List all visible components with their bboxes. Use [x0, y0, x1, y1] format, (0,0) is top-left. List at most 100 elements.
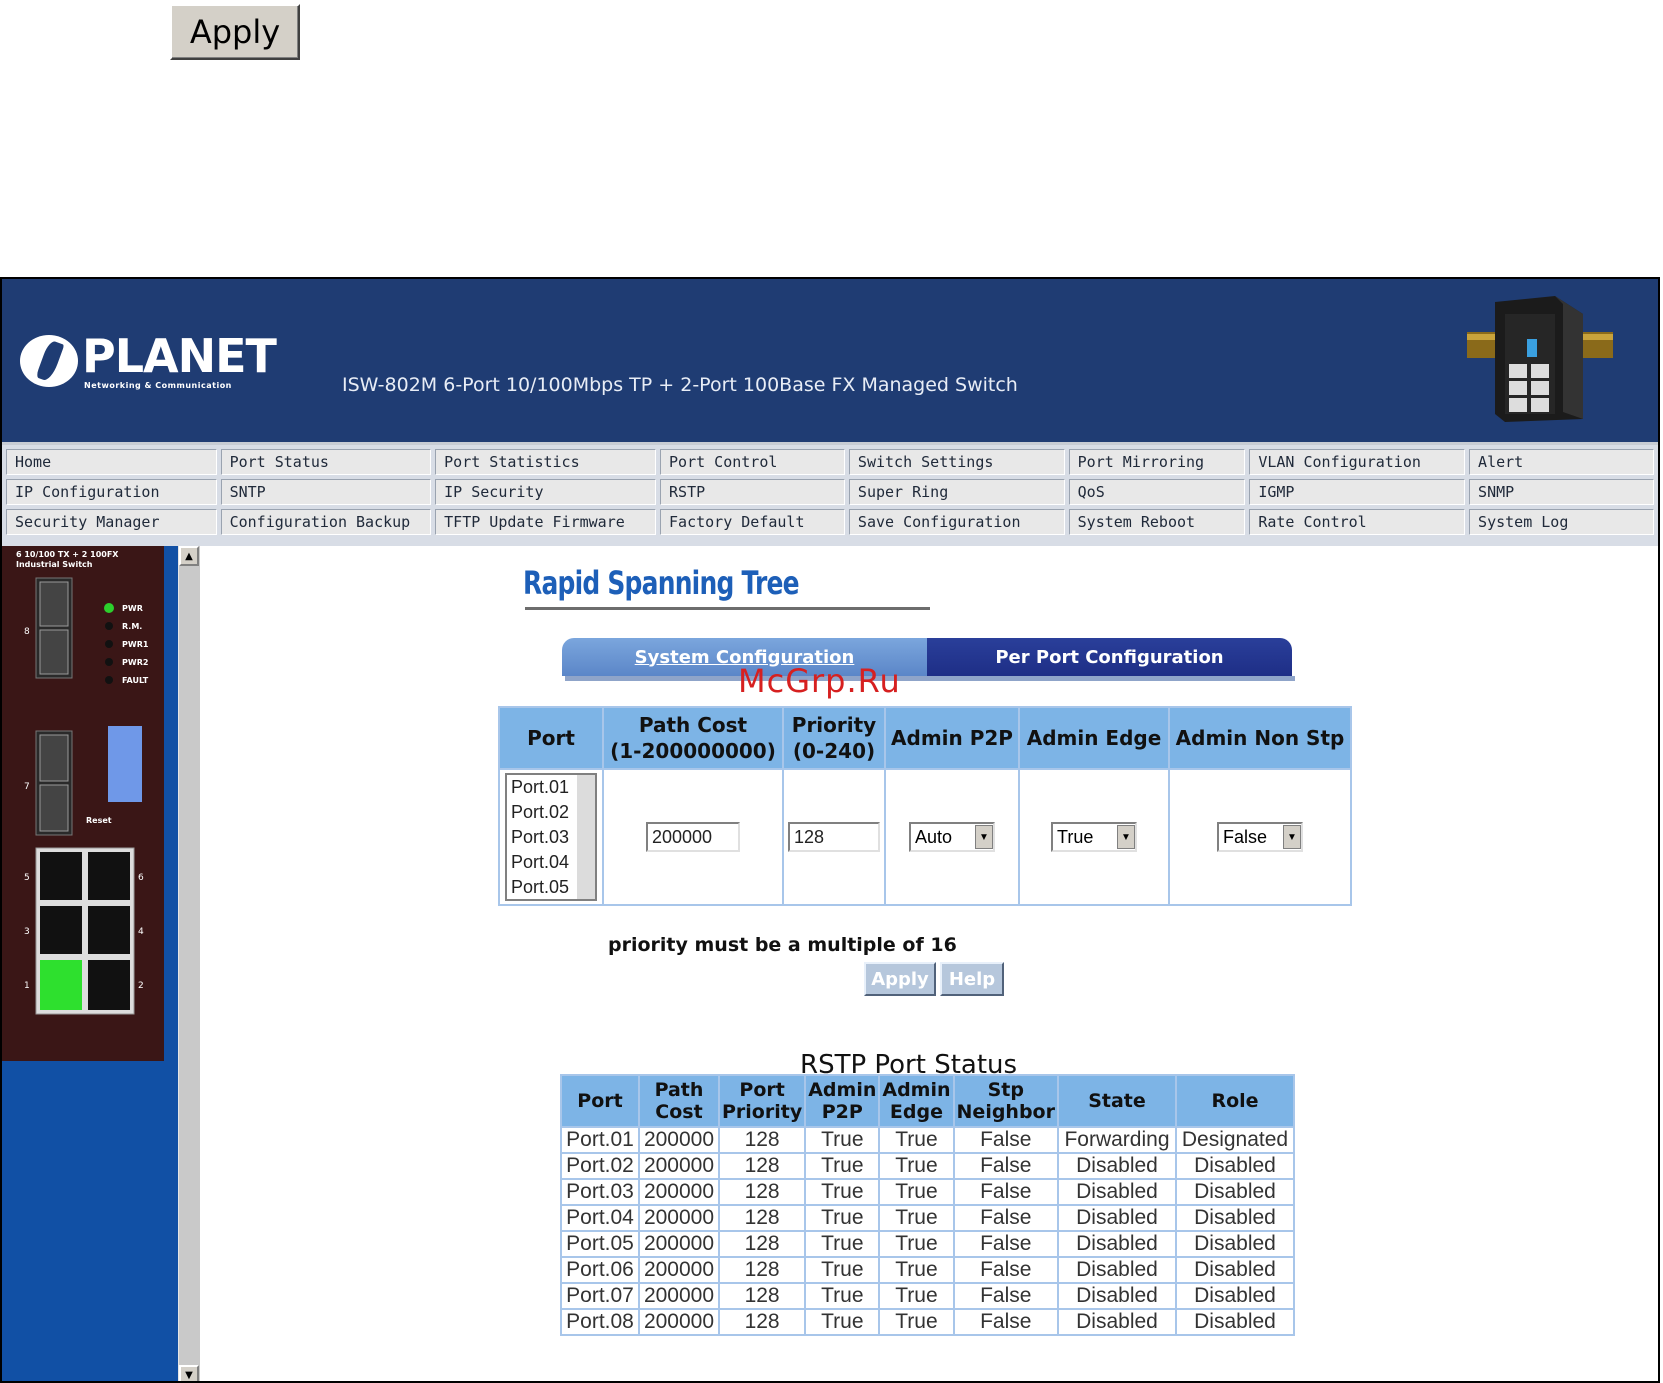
- nav-menu: Home Port Status Port Statistics Port Contr…: [2, 442, 1658, 546]
- logo-tagline: Networking & Communication: [84, 381, 232, 390]
- listbox-scrollbar[interactable]: [577, 775, 595, 899]
- menu-item[interactable]: Home: [6, 449, 217, 475]
- table-cell: False: [952, 1282, 1059, 1310]
- switch-device-image: [1467, 296, 1613, 422]
- admin-non-stp-select[interactable]: False ▼: [1217, 822, 1303, 852]
- svg-text:3: 3: [24, 927, 30, 937]
- table-cell: True: [878, 1152, 955, 1180]
- menu-item[interactable]: System Log: [1469, 509, 1654, 535]
- table-cell: Port.07: [560, 1282, 640, 1310]
- col-header-admin-non-stp: Admin Non Stp: [1168, 706, 1352, 770]
- priority-input[interactable]: [788, 822, 880, 852]
- col-header-port: Port: [498, 706, 604, 770]
- admin-p2p-select[interactable]: Auto ▼: [909, 822, 995, 852]
- admin-non-stp-value: False: [1223, 826, 1268, 847]
- help-button[interactable]: Help: [940, 962, 1004, 996]
- menu-item[interactable]: Save Configuration: [848, 509, 1065, 535]
- table-cell: Disabled: [1174, 1256, 1295, 1284]
- table-cell: 200000: [638, 1126, 720, 1154]
- status-col-header: State: [1056, 1074, 1177, 1128]
- tab-per-port-configuration[interactable]: Per Port Configuration: [927, 638, 1292, 676]
- table-cell: True: [878, 1230, 955, 1258]
- page-title: Rapid Spanning Tree: [523, 564, 800, 602]
- menu-item[interactable]: VLAN Configuration: [1249, 449, 1466, 475]
- table-cell: True: [804, 1152, 881, 1180]
- chevron-down-icon[interactable]: ▼: [975, 825, 993, 849]
- menu-item[interactable]: TFTP Update Firmware: [435, 509, 657, 535]
- admin-edge-select[interactable]: True ▼: [1051, 822, 1137, 852]
- table-cell: True: [878, 1256, 955, 1284]
- menu-item[interactable]: SNTP: [220, 479, 432, 505]
- table-cell: 128: [717, 1282, 807, 1310]
- chevron-down-icon[interactable]: ▼: [1117, 825, 1135, 849]
- tab-shadow: [565, 676, 1295, 681]
- table-cell: Forwarding: [1056, 1126, 1177, 1154]
- left-scrollbar[interactable]: [178, 546, 200, 1381]
- port-listbox[interactable]: Port.01 Port.02 Port.03 Port.04 Port.05: [505, 773, 597, 901]
- planet-logo-icon: [20, 335, 78, 387]
- menu-item[interactable]: Configuration Backup: [220, 509, 432, 535]
- status-col-header: Admin P2P: [804, 1074, 881, 1128]
- svg-text:PWR1: PWR1: [122, 640, 149, 649]
- table-cell: True: [878, 1178, 955, 1206]
- table-cell: True: [878, 1204, 955, 1232]
- watermark-text: McGrp.Ru: [738, 662, 901, 700]
- menu-row: Home Port Status Port Statistics Port Contr…: [6, 449, 1654, 475]
- menu-item[interactable]: IP Security: [435, 479, 657, 505]
- apply-button[interactable]: Apply: [864, 962, 936, 996]
- menu-item[interactable]: Port Control: [660, 449, 845, 475]
- table-cell: False: [952, 1152, 1059, 1180]
- chevron-down-icon[interactable]: ▼: [1283, 825, 1301, 849]
- table-cell: Disabled: [1174, 1230, 1295, 1258]
- table-cell: Disabled: [1174, 1178, 1295, 1206]
- table-cell: Port.04: [560, 1204, 640, 1232]
- table-cell: False: [952, 1204, 1059, 1232]
- menu-item[interactable]: RSTP: [660, 479, 845, 505]
- menu-item[interactable]: Port Mirroring: [1068, 449, 1246, 475]
- menu-item[interactable]: QoS: [1068, 479, 1246, 505]
- table-cell: Disabled: [1174, 1204, 1295, 1232]
- table-cell: False: [952, 1178, 1059, 1206]
- menu-item[interactable]: System Reboot: [1068, 509, 1246, 535]
- menu-item[interactable]: IGMP: [1249, 479, 1466, 505]
- menu-row: Security Manager Configuration Backup TFTP…: [6, 509, 1654, 535]
- table-cell: 128: [717, 1152, 807, 1180]
- menu-row: IP Configuration SNTP IP Security RSTP Super…: [6, 479, 1654, 505]
- table-cell: 128: [717, 1230, 807, 1258]
- menu-item[interactable]: Port Statistics: [435, 449, 657, 475]
- svg-text:PWR: PWR: [122, 604, 143, 613]
- scroll-down-icon[interactable]: ▼: [179, 1365, 199, 1381]
- table-cell: True: [878, 1308, 955, 1336]
- menu-item[interactable]: Super Ring: [848, 479, 1065, 505]
- menu-item[interactable]: Factory Default: [660, 509, 845, 535]
- path-cost-input[interactable]: [646, 822, 740, 852]
- table-row: Port.01 200000 128 True True False Forwarding D…: [560, 1126, 1295, 1154]
- menu-item[interactable]: Security Manager: [6, 509, 217, 535]
- table-cell: False: [952, 1256, 1059, 1284]
- browser-frame: PLANET Networking & Communication ISW-80…: [0, 277, 1660, 1383]
- menu-item[interactable]: Switch Settings: [848, 449, 1065, 475]
- svg-text:6: 6: [138, 873, 144, 883]
- priority-note: priority must be a multiple of 16: [608, 934, 957, 956]
- menu-item[interactable]: Port Status: [220, 449, 432, 475]
- menu-item[interactable]: SNMP: [1469, 479, 1654, 505]
- table-cell: Disabled: [1174, 1152, 1295, 1180]
- table-cell: 128: [717, 1256, 807, 1284]
- logo-name: PLANET: [82, 329, 277, 383]
- menu-item[interactable]: Rate Control: [1249, 509, 1466, 535]
- scroll-up-icon[interactable]: ▲: [179, 546, 199, 566]
- table-row: Port.03 200000 128 True True False Disabled Dis…: [560, 1178, 1295, 1206]
- table-cell: 200000: [638, 1308, 720, 1336]
- svg-text:PWR2: PWR2: [122, 658, 148, 667]
- svg-text:R.M.: R.M.: [122, 622, 142, 631]
- table-cell: 200000: [638, 1178, 720, 1206]
- table-cell: Disabled: [1056, 1308, 1177, 1336]
- table-cell: Port.06: [560, 1256, 640, 1284]
- svg-text:1: 1: [24, 981, 30, 991]
- top-apply-button[interactable]: Apply: [170, 4, 300, 60]
- table-cell: True: [804, 1204, 881, 1232]
- device-front-panel: 6 10/100 TX + 2 100FX Industrial Switch …: [2, 546, 164, 1061]
- menu-item[interactable]: Alert: [1469, 449, 1654, 475]
- menu-item[interactable]: IP Configuration: [6, 479, 217, 505]
- per-port-config-table: Port Path Cost (1-200000000) Priority (0-2…: [498, 706, 1352, 906]
